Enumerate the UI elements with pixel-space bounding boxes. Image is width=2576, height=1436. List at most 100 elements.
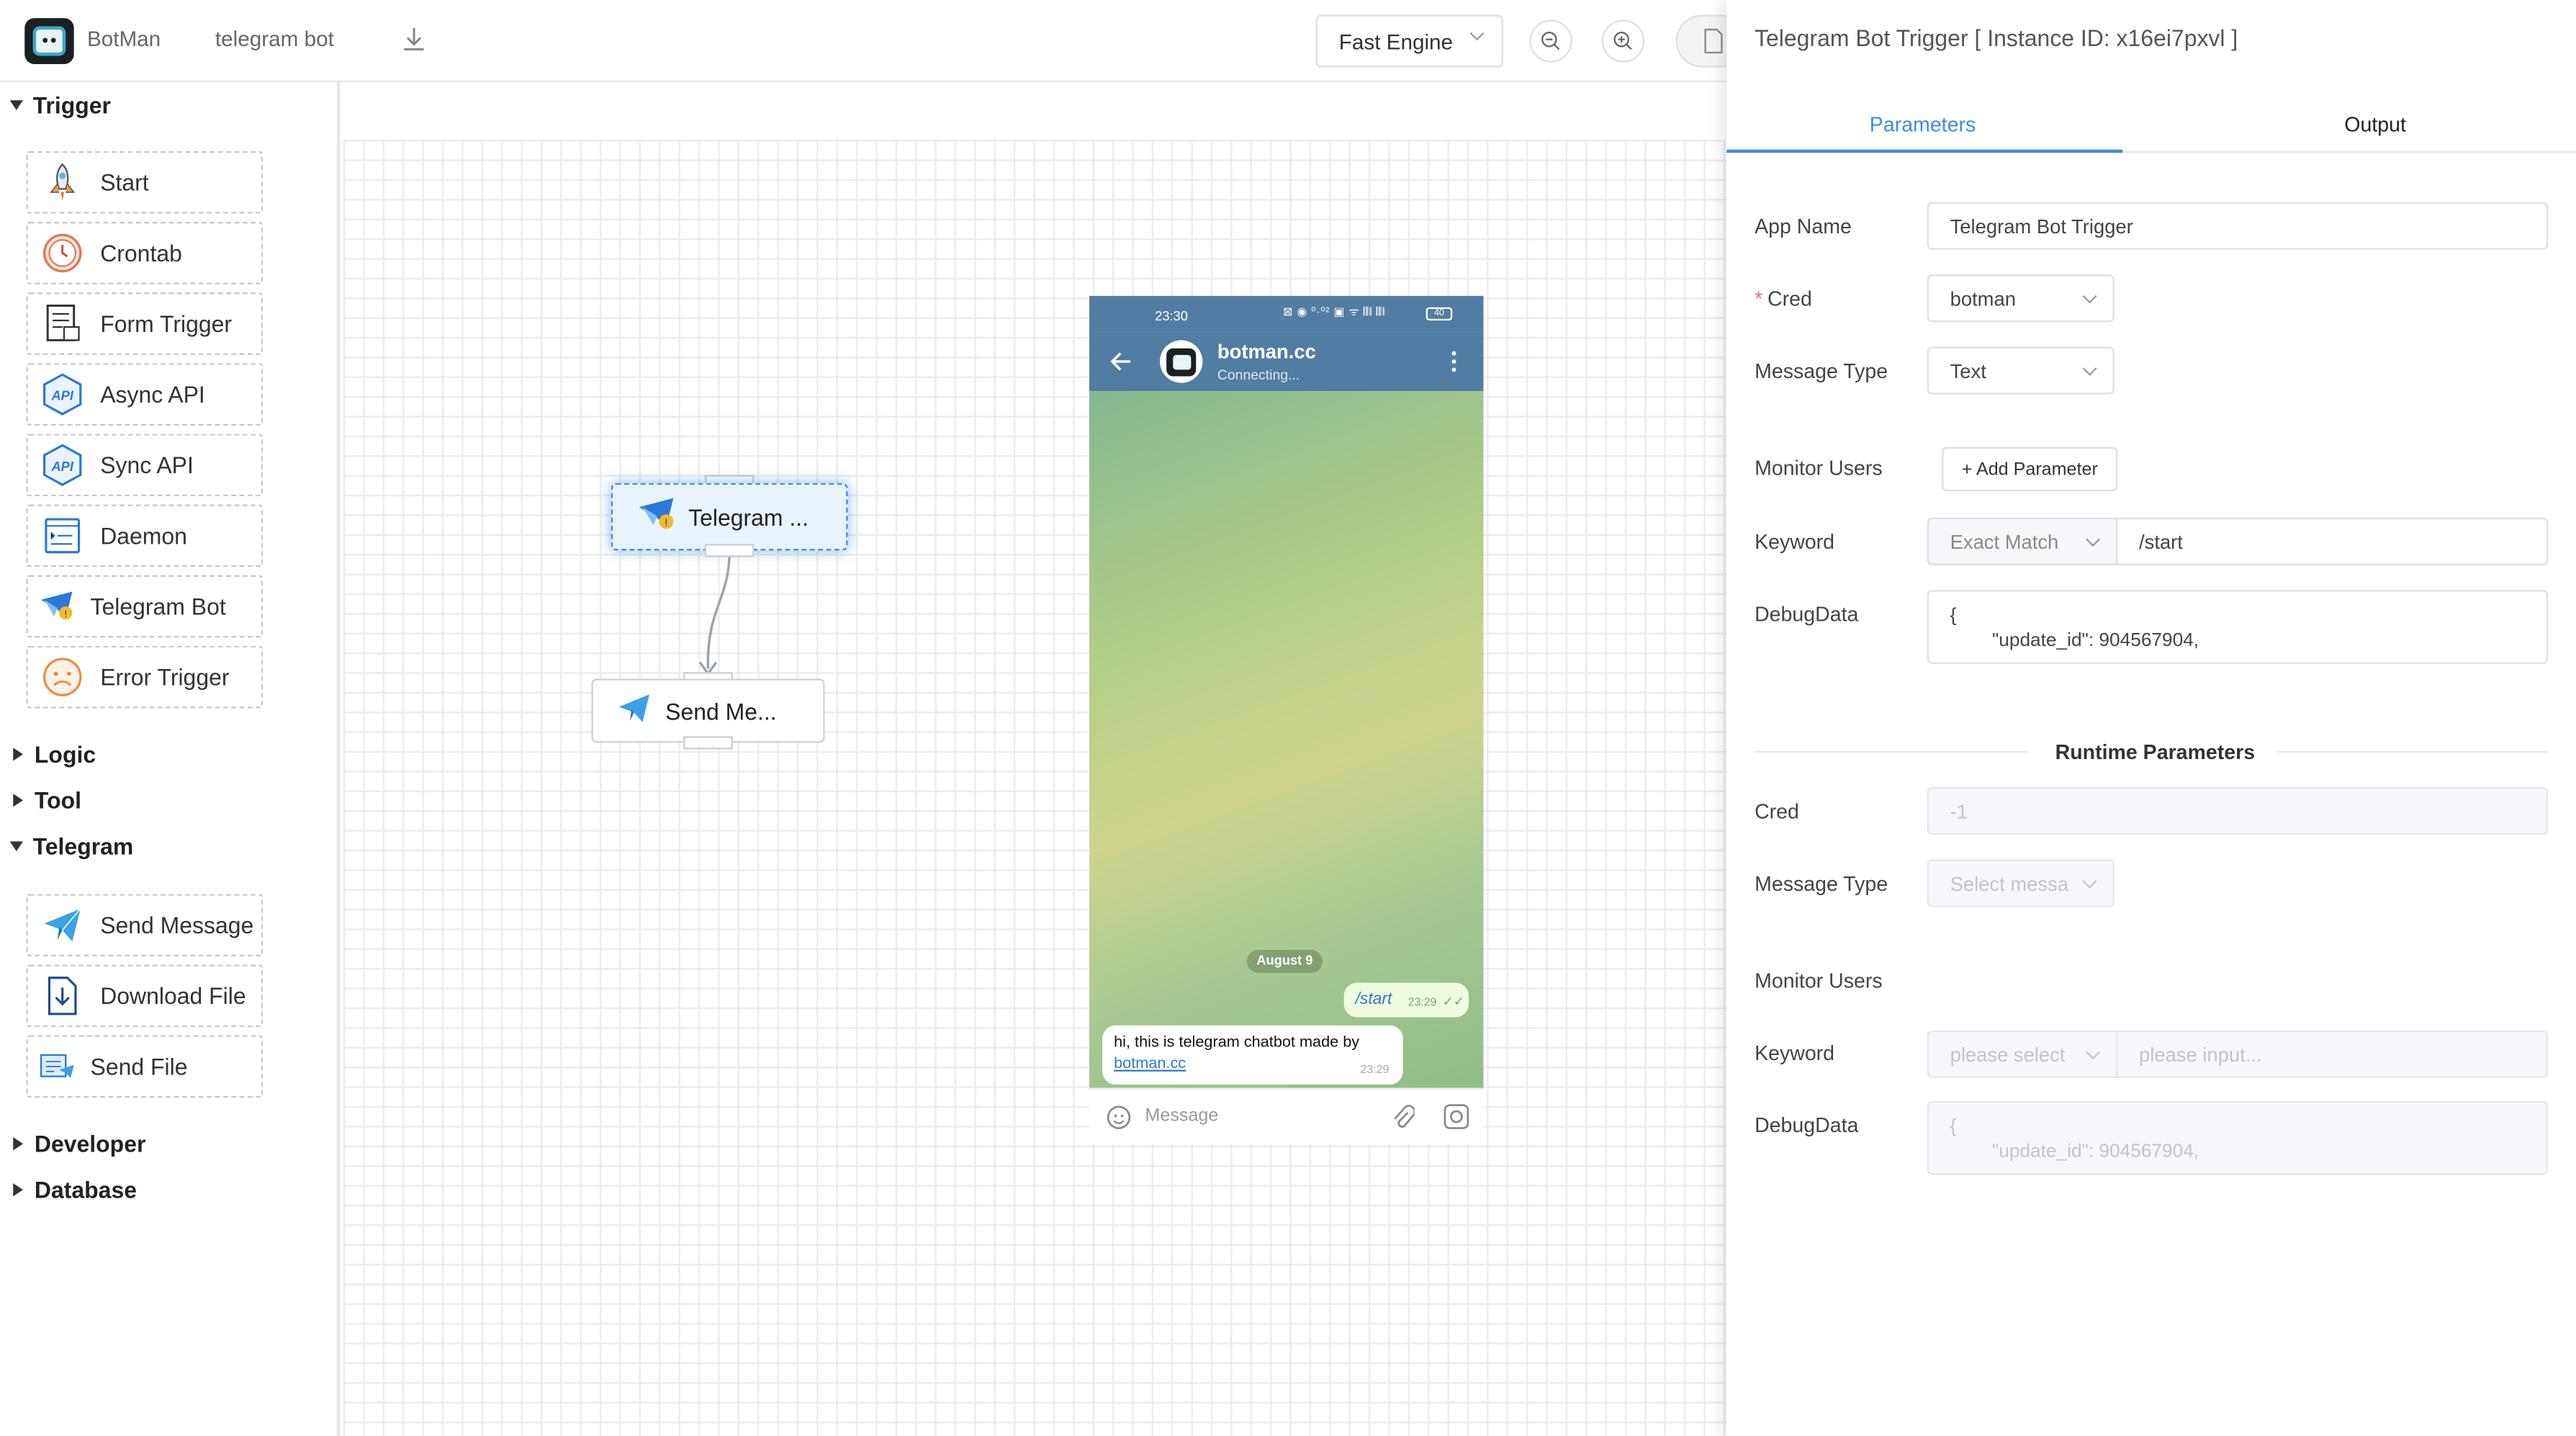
palette-item-send-file[interactable]: Send File bbox=[26, 1035, 264, 1098]
flow-node-label: Telegram ... bbox=[688, 503, 809, 530]
runtime-parameters-heading: Runtime Parameters bbox=[2055, 741, 2256, 765]
palette-item-label: Download File bbox=[100, 982, 246, 1010]
rocket-icon bbox=[40, 159, 86, 205]
tab-output[interactable]: Output bbox=[2344, 113, 2406, 136]
read-checkmarks-icon: ✓✓ bbox=[1442, 994, 1465, 1010]
incoming-message-bubble: hi, this is telegram chatbot made by bot… bbox=[1102, 1025, 1403, 1085]
camera-icon[interactable] bbox=[1443, 1103, 1471, 1131]
runtime-keyword-input: please input... bbox=[2116, 1030, 2549, 1078]
category-telegram[interactable]: Telegram bbox=[9, 833, 133, 859]
runtime-message-type-select: Select messa bbox=[1927, 859, 2115, 907]
palette-item-label: Send Message bbox=[100, 912, 254, 938]
palette-item-start[interactable]: Start bbox=[26, 151, 264, 214]
palette-item-async-api[interactable]: API Async API bbox=[26, 363, 264, 426]
category-label: Trigger bbox=[32, 91, 111, 119]
project-name[interactable]: telegram bot bbox=[215, 27, 334, 51]
flow-connection-edge[interactable] bbox=[690, 550, 739, 685]
palette-item-label: Start bbox=[100, 169, 149, 196]
palette-item-label: Crontab bbox=[100, 240, 182, 266]
flow-node-label: Send Me... bbox=[665, 697, 777, 724]
category-label: Tool bbox=[34, 787, 81, 814]
add-parameter-button[interactable]: + Add Parameter bbox=[1942, 446, 2118, 492]
zoom-out-button[interactable] bbox=[1529, 19, 1572, 63]
palette-item-send-message[interactable]: Send Message bbox=[26, 894, 264, 957]
back-arrow-icon[interactable] bbox=[1109, 350, 1132, 373]
debug-data-textarea[interactable]: { "update_id": 904567904, bbox=[1927, 590, 2549, 664]
palette-item-label: Form Trigger bbox=[100, 310, 233, 337]
botman-logo-icon[interactable] bbox=[24, 18, 74, 64]
flow-canvas[interactable] bbox=[343, 139, 1727, 1436]
palette-item-sync-api[interactable]: API Sync API bbox=[26, 434, 264, 497]
engine-select[interactable]: Fast Engine bbox=[1315, 14, 1503, 68]
paper-plane-icon bbox=[616, 690, 652, 731]
runtime-keyword-input-placeholder: please input... bbox=[2139, 1042, 2262, 1066]
palette-item-telegram-bot[interactable]: ! Telegram Bot bbox=[26, 575, 264, 638]
runtime-cred-input: -1 bbox=[1927, 787, 2549, 835]
tab-parameters[interactable]: Parameters bbox=[1870, 113, 1976, 136]
palette-item-form-trigger[interactable]: Form Trigger bbox=[26, 292, 264, 355]
palette-item-download-file[interactable]: Download File bbox=[26, 964, 264, 1028]
api-icon: API bbox=[40, 372, 86, 418]
runtime-keyword-select-placeholder: please select bbox=[1950, 1042, 2066, 1066]
top-bar: BotMan telegram bot Fast Engine bbox=[0, 0, 1748, 83]
palette-item-label: Telegram Bot bbox=[90, 593, 226, 620]
date-chip: August 9 bbox=[1246, 949, 1323, 973]
svg-text:!: ! bbox=[64, 609, 67, 619]
app-name-label: App Name bbox=[1755, 215, 1852, 238]
chevron-down-icon bbox=[2086, 537, 2101, 547]
panel-title: Telegram Bot Trigger [ Instance ID: x16e… bbox=[1755, 24, 2238, 51]
runtime-message-type-placeholder: Select messa bbox=[1950, 871, 2068, 895]
caret-right-icon bbox=[13, 1137, 23, 1151]
palette-item-daemon[interactable]: Daemon bbox=[26, 504, 264, 567]
emoji-icon[interactable] bbox=[1106, 1104, 1132, 1131]
telegram-bot-icon: ! bbox=[40, 583, 76, 629]
cred-label: * Cred bbox=[1755, 287, 1812, 311]
more-vertical-icon[interactable] bbox=[1449, 350, 1459, 373]
app-name-input[interactable]: Telegram Bot Trigger bbox=[1927, 202, 2549, 250]
message-input[interactable]: Message bbox=[1145, 1106, 1218, 1126]
keyword-match-select[interactable]: Exact Match bbox=[1927, 517, 2118, 565]
keyword-input[interactable]: /start bbox=[2116, 517, 2549, 565]
form-icon bbox=[40, 301, 86, 347]
palette-item-label: Async API bbox=[100, 381, 205, 408]
category-logic[interactable]: Logic bbox=[10, 741, 96, 768]
category-trigger[interactable]: Trigger bbox=[9, 91, 111, 119]
keyword-value: /start bbox=[2139, 529, 2183, 553]
cred-select-value: botman bbox=[1950, 287, 2016, 310]
flow-node-telegram-trigger[interactable]: ! Telegram ... bbox=[611, 483, 848, 551]
chevron-down-icon bbox=[2082, 879, 2097, 888]
chat-name: botman.cc bbox=[1217, 340, 1316, 364]
palette-item-error-trigger[interactable]: Error Trigger bbox=[26, 645, 264, 709]
download-icon[interactable] bbox=[400, 23, 429, 56]
svg-text:API: API bbox=[50, 388, 73, 403]
message-type-select[interactable]: Text bbox=[1927, 346, 2115, 395]
paper-plane-icon bbox=[40, 902, 86, 948]
category-developer[interactable]: Developer bbox=[10, 1131, 145, 1157]
sad-face-icon bbox=[40, 654, 86, 700]
telegram-bot-icon: ! bbox=[636, 496, 678, 537]
incoming-message-link[interactable]: botman.cc bbox=[1114, 1055, 1186, 1073]
node-output-port[interactable] bbox=[683, 736, 733, 750]
send-file-icon bbox=[40, 1044, 76, 1090]
category-database[interactable]: Database bbox=[10, 1177, 137, 1203]
chat-avatar[interactable] bbox=[1160, 340, 1203, 383]
caret-down-icon bbox=[9, 100, 23, 110]
node-output-port[interactable] bbox=[704, 544, 755, 557]
category-tool[interactable]: Tool bbox=[10, 787, 81, 814]
zoom-in-icon bbox=[1613, 32, 1632, 50]
clock-icon bbox=[40, 230, 86, 276]
cred-label-text: Cred bbox=[1767, 287, 1812, 311]
outgoing-message-text: /start bbox=[1355, 990, 1392, 1010]
runtime-debug-data-label: DebugData bbox=[1755, 1114, 1859, 1138]
palette-item-crontab[interactable]: Crontab bbox=[26, 222, 264, 284]
chevron-down-icon bbox=[2082, 294, 2097, 303]
chevron-down-icon bbox=[2086, 1050, 2101, 1059]
cred-select[interactable]: botman bbox=[1927, 274, 2115, 323]
api-icon: API bbox=[40, 442, 86, 488]
chevron-down-icon bbox=[2082, 367, 2097, 375]
message-input-bar: Message bbox=[1089, 1087, 1484, 1144]
flow-node-send-message[interactable]: Send Me... bbox=[591, 678, 825, 743]
attach-icon[interactable] bbox=[1392, 1104, 1415, 1131]
monitor-users-label: Monitor Users bbox=[1755, 457, 1883, 480]
zoom-in-button[interactable] bbox=[1601, 19, 1645, 63]
